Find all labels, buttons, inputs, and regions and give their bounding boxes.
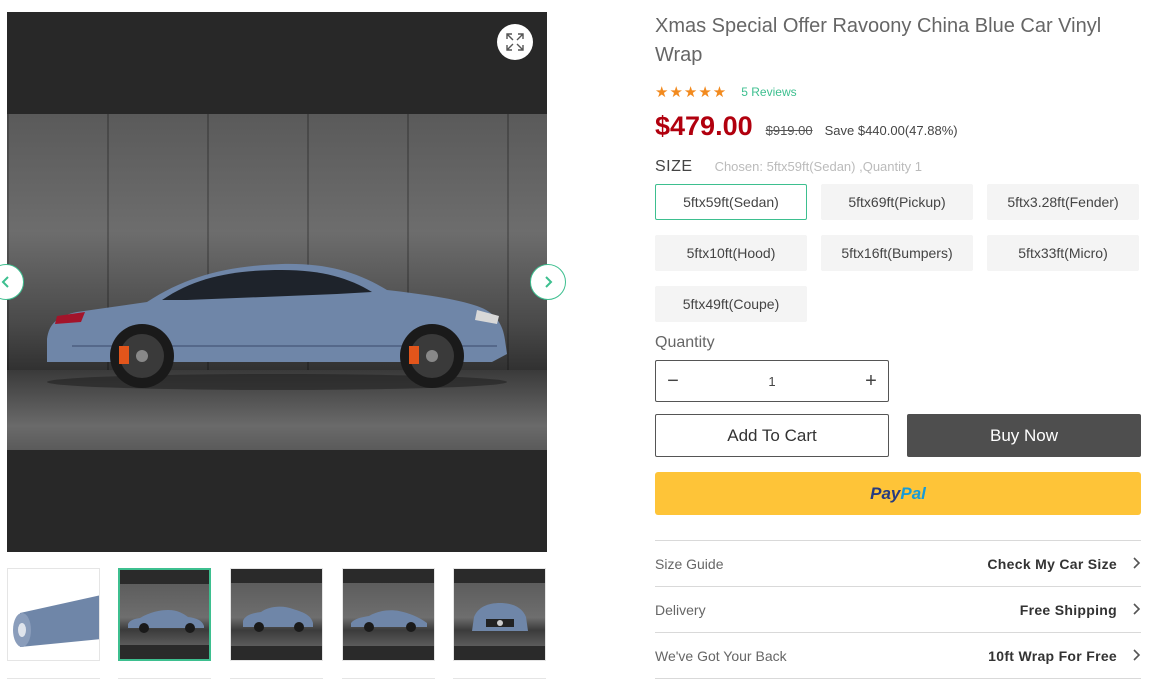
expand-icon[interactable]	[497, 24, 533, 60]
car-illustration	[47, 263, 507, 390]
price-row: $479.00 $919.00 Save $440.00(47.88%)	[655, 111, 1141, 142]
quantity-label: Quantity	[655, 334, 715, 351]
main-product-image[interactable]	[7, 12, 547, 552]
star-rating-icon: ★★★★★	[655, 84, 728, 101]
thumbnail-car-side[interactable]	[118, 568, 211, 661]
compare-price: $919.00	[765, 123, 813, 138]
info-label: Delivery	[655, 601, 706, 618]
car-photo	[7, 114, 547, 450]
size-option-hood[interactable]: 5ftx10ft(Hood)	[655, 235, 807, 271]
info-value: Check My Car Size	[987, 555, 1117, 572]
thumbnail-vinyl-roll[interactable]	[7, 568, 100, 661]
quantity-stepper: − 1 +	[655, 360, 889, 402]
buy-now-button[interactable]: Buy Now	[907, 414, 1141, 457]
add-to-cart-button[interactable]: Add To Cart	[655, 414, 889, 457]
chosen-variant-text: Chosen: 5ftx59ft(Sedan) ,Quantity 1	[714, 159, 922, 174]
size-option-pickup[interactable]: 5ftx69ft(Pickup)	[821, 184, 973, 220]
size-option-bumpers[interactable]: 5ftx16ft(Bumpers)	[821, 235, 973, 271]
size-option-sedan[interactable]: 5ftx59ft(Sedan)	[655, 184, 807, 220]
chevron-right-icon	[1131, 602, 1141, 618]
size-guide-row[interactable]: Size Guide Check My Car Size	[655, 541, 1141, 587]
info-list: Size Guide Check My Car Size Delivery Fr…	[655, 540, 1141, 679]
increase-quantity-button[interactable]: +	[864, 371, 878, 391]
size-label: SIZE	[655, 158, 693, 175]
quantity-input[interactable]: 1	[768, 374, 775, 389]
info-label: Size Guide	[655, 555, 724, 572]
reviews-link[interactable]: 5 Reviews	[741, 85, 796, 99]
size-options: 5ftx59ft(Sedan) 5ftx69ft(Pickup) 5ftx3.2…	[655, 184, 1141, 322]
decrease-quantity-button[interactable]: −	[666, 371, 680, 391]
chevron-right-icon	[1131, 648, 1141, 664]
thumbnail-car-rear-angle[interactable]	[342, 568, 435, 661]
product-title: Xmas Special Offer Ravoony China Blue Ca…	[655, 15, 1102, 66]
paypal-logo-pal: Pal	[900, 483, 926, 503]
size-option-micro[interactable]: 5ftx33ft(Micro)	[987, 235, 1139, 271]
product-details: Xmas Special Offer Ravoony China Blue Ca…	[655, 12, 1141, 679]
thumbnail-car-front[interactable]	[453, 568, 546, 661]
info-label: We've Got Your Back	[655, 647, 787, 664]
size-option-fender[interactable]: 5ftx3.28ft(Fender)	[987, 184, 1139, 220]
guarantee-row[interactable]: We've Got Your Back 10ft Wrap For Free	[655, 633, 1141, 679]
chevron-left-icon	[1, 276, 9, 288]
size-option-coupe[interactable]: 5ftx49ft(Coupe)	[655, 286, 807, 322]
size-header: SIZE Chosen: 5ftx59ft(Sedan) ,Quantity 1	[655, 158, 1141, 176]
paypal-logo-pay: Pay	[870, 483, 901, 503]
info-value: 10ft Wrap For Free	[988, 647, 1117, 664]
chevron-right-icon	[1131, 556, 1141, 572]
chevron-right-icon	[545, 276, 553, 288]
current-price: $479.00	[655, 111, 753, 141]
savings-text: Save $440.00(47.88%)	[824, 123, 958, 138]
thumbnail-car-front-angle[interactable]	[230, 568, 323, 661]
rating-row: ★★★★★ 5 Reviews	[655, 84, 1141, 101]
info-value: Free Shipping	[1019, 601, 1117, 618]
paypal-button[interactable]: Pay Pal	[655, 472, 1141, 515]
next-image-button[interactable]	[530, 264, 566, 300]
thumbnail-strip	[7, 568, 547, 681]
delivery-row[interactable]: Delivery Free Shipping	[655, 587, 1141, 633]
purchase-buttons: Add To Cart Buy Now	[655, 414, 1141, 457]
